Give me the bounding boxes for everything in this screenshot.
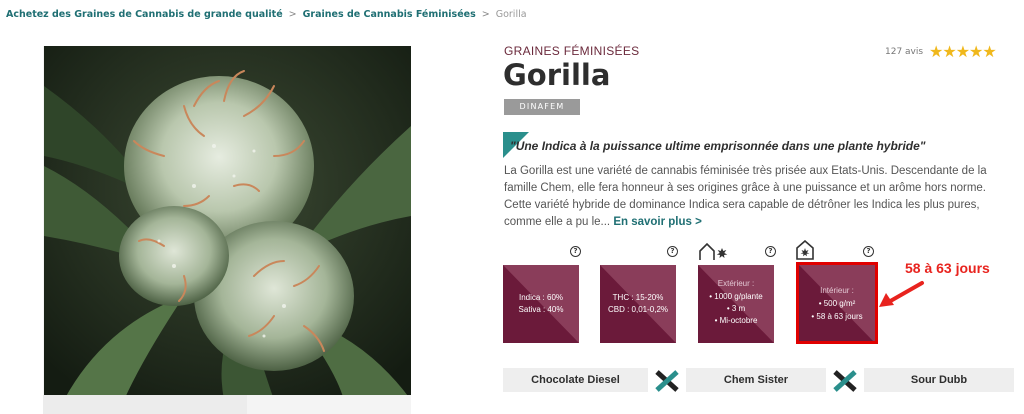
outdoor-card[interactable]: Extérieur : • 1000 g/plante • 3 m • Mi-o… — [698, 265, 774, 343]
outdoor-harvest: • Mi-octobre — [714, 316, 758, 325]
product-title: Gorilla — [503, 58, 611, 92]
learn-more-link[interactable]: En savoir plus > — [613, 216, 702, 228]
breadcrumb-current: Gorilla — [495, 9, 527, 20]
product-tagline: "Une Indica à la puissance ultime empris… — [510, 139, 926, 153]
help-icon[interactable]: ? — [863, 246, 874, 257]
brand-badge[interactable]: DINAFEM — [504, 99, 580, 115]
outdoor-yield: • 1000 g/plante — [709, 292, 763, 301]
cross-icon — [833, 370, 857, 392]
cannabinoids-card[interactable]: THC : 15-20% CBD : 0,01-0,2% — [600, 265, 676, 343]
genetics-indica: Indica : 60% — [518, 293, 564, 302]
breadcrumb-link-feminized[interactable]: Graines de Cannabis Féminisées — [303, 9, 476, 20]
outdoor-height: • 3 m — [726, 304, 746, 313]
cannabis-bud-illustration — [44, 46, 411, 400]
variety-chocolate-diesel[interactable]: Chocolate Diesel — [503, 368, 648, 392]
cbd-level: CBD : 0,01-0,2% — [607, 305, 669, 314]
outdoor-title: Extérieur : — [717, 279, 755, 288]
description-text: La Gorilla est une variété de cannabis f… — [504, 165, 987, 228]
help-icon[interactable]: ? — [667, 246, 678, 257]
reviews-count[interactable]: 127 avis — [885, 47, 923, 57]
image-thumbnail-strip-right — [247, 395, 411, 414]
cross-icon — [655, 370, 679, 392]
genetics-sativa: Sativa : 40% — [518, 305, 564, 314]
product-description: La Gorilla est une variété de cannabis f… — [504, 163, 1014, 231]
outdoor-house-icon — [699, 243, 728, 260]
product-category: GRAINES FÉMINISÉES — [504, 44, 640, 58]
variety-sour-dubb[interactable]: Sour Dubb — [864, 368, 1014, 392]
breadcrumb-separator: > — [288, 9, 297, 20]
help-icon[interactable]: ? — [570, 246, 581, 257]
genetics-card[interactable]: Indica : 60% Sativa : 40% — [503, 265, 579, 343]
thc-level: THC : 15-20% — [612, 293, 664, 302]
breadcrumb-separator: > — [481, 9, 490, 20]
help-icon[interactable]: ? — [765, 246, 776, 257]
highlight-box — [796, 262, 878, 344]
variety-chem-sister[interactable]: Chem Sister — [686, 368, 826, 392]
breadcrumb-link-home[interactable]: Achetez des Graines de Cannabis de grand… — [6, 9, 283, 20]
product-image[interactable] — [44, 46, 411, 400]
arrow-icon — [879, 281, 924, 307]
breadcrumb: Achetez des Graines de Cannabis de grand… — [6, 9, 527, 20]
annotation-callout: 58 à 63 jours — [905, 260, 990, 276]
indoor-house-icon — [796, 240, 814, 260]
rating-stars[interactable]: ★★★★★ — [929, 42, 997, 61]
